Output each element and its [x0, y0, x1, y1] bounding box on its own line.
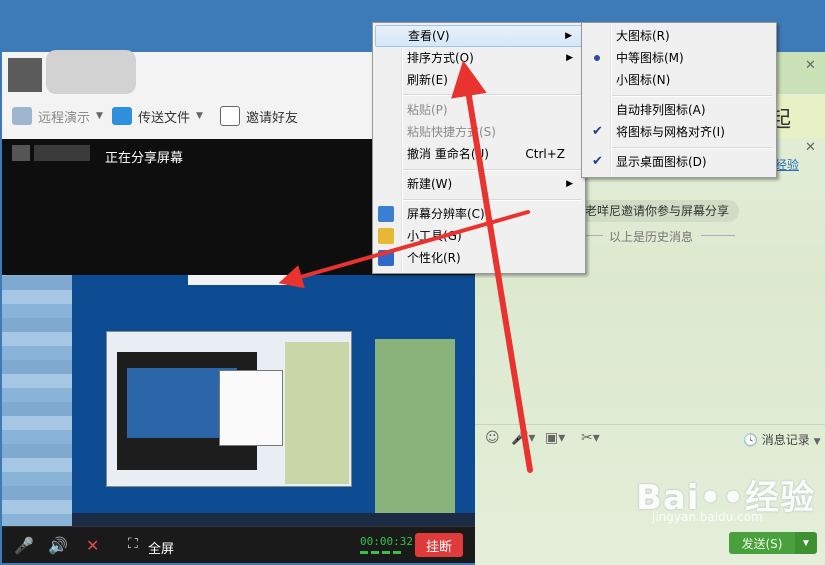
name-blurred	[34, 145, 90, 161]
chat-link[interactable]: 经验	[775, 156, 799, 173]
chevron-down-icon: ▼	[196, 111, 203, 121]
menu-item-new[interactable]: 新建(W) ▶	[375, 173, 583, 195]
voice-icon[interactable]: 🎤▾	[511, 430, 535, 446]
name-blurred	[46, 50, 136, 94]
submenu-item-auto-arrange[interactable]: 自动排列图标(A)	[584, 99, 774, 121]
menu-item-sort[interactable]: 排序方式(O) ▶	[375, 47, 583, 69]
menu-separator	[403, 169, 581, 171]
screen-top-strip	[188, 275, 294, 285]
menu-item-paste-shortcut[interactable]: 粘贴快捷方式(S)	[375, 121, 583, 143]
image-icon[interactable]: ▣▾	[545, 430, 565, 446]
menu-item-label: 刷新(E)	[407, 73, 448, 87]
emoji-icon[interactable]: ☺	[485, 430, 500, 446]
watermark-url: jingyan.baidu.com	[652, 510, 763, 524]
chat-input-toolbar: ☺ 🎤▾ ▣▾ ✂▾ 🕓 消息记录 ▼	[475, 424, 825, 453]
gadgets-icon	[378, 228, 394, 244]
close-icon[interactable]: ✕	[805, 140, 816, 155]
call-control-bar: 🎤 🔊 ✕ ⛶ 全屏 00:00:32 挂断	[2, 526, 475, 563]
send-button[interactable]: 发送(S)	[729, 532, 795, 554]
menu-item-label: 大图标(R)	[616, 29, 670, 43]
monitor-icon	[378, 206, 394, 222]
menu-item-view[interactable]: 查看(V) ▶	[375, 25, 583, 47]
invite-message: 老咩尼邀请你参与屏幕分享	[575, 200, 740, 222]
menu-item-label: 屏幕分辨率(C)	[407, 207, 485, 221]
call-timer: 00:00:32	[360, 535, 413, 548]
invite-friends-label: 邀请好友	[246, 110, 299, 126]
menu-item-label: 将图标与网格对齐(I)	[616, 125, 725, 139]
menu-separator	[612, 95, 772, 97]
chevron-right-icon: ▶	[565, 31, 572, 41]
microphone-icon[interactable]: 🎤	[14, 536, 34, 555]
scissors-icon[interactable]: ✂▾	[581, 430, 600, 446]
send-file-button[interactable]: 传送文件 ▼	[112, 104, 203, 128]
menu-item-label: 粘贴快捷方式(S)	[407, 125, 496, 139]
checkmark-icon: ✔	[592, 154, 603, 169]
nested-chat-panel	[285, 342, 349, 484]
history-label: 以上是历史消息	[609, 230, 694, 244]
clock-icon: 🕓	[743, 433, 758, 447]
menu-item-label: 小工具(G)	[407, 229, 462, 243]
checkmark-icon: ✔	[592, 124, 603, 139]
menu-item-refresh[interactable]: 刷新(E)	[375, 69, 583, 91]
menu-separator	[403, 199, 581, 201]
menu-item-label: 撤消 重命名(U)	[407, 147, 489, 161]
menu-item-label: 粘贴(P)	[407, 103, 448, 117]
submenu-item-small-icons[interactable]: 小图标(N)	[584, 69, 774, 91]
menu-item-label: 自动排列图标(A)	[616, 103, 706, 117]
menu-item-label: 显示桌面图标(D)	[616, 155, 707, 169]
nested-context-menu	[219, 370, 283, 446]
chevron-down-icon: ▼	[813, 437, 821, 447]
send-options-button[interactable]: ▼	[795, 532, 817, 554]
chevron-right-icon: ▶	[566, 53, 573, 63]
nested-right-panel	[375, 339, 455, 525]
speaker-icon[interactable]: 🔊	[48, 536, 68, 555]
avatar-blurred	[8, 58, 42, 92]
radio-selected-icon	[594, 55, 600, 61]
view-submenu: 大图标(R) 中等图标(M) 小图标(N) 自动排列图标(A) ✔ 将图标与网格…	[581, 22, 777, 178]
menu-separator	[403, 94, 581, 96]
menu-separator	[612, 147, 772, 149]
message-record-label: 消息记录	[761, 433, 810, 447]
pixelated-area	[2, 275, 72, 528]
desktop-context-menu: 查看(V) ▶ 排序方式(O) ▶ 刷新(E) 粘贴(P) 粘贴快捷方式(S) …	[372, 22, 586, 274]
submenu-item-medium-icons[interactable]: 中等图标(M)	[584, 47, 774, 69]
menu-item-shortcut: Ctrl+Z	[525, 147, 565, 161]
menu-item-personalize[interactable]: 个性化(R)	[375, 247, 583, 269]
nested-screenshot	[106, 331, 352, 487]
menu-item-label: 小图标(N)	[616, 73, 671, 87]
camera-off-icon[interactable]: ✕	[86, 536, 99, 555]
menu-item-paste[interactable]: 粘贴(P)	[375, 99, 583, 121]
submenu-item-large-icons[interactable]: 大图标(R)	[584, 25, 774, 47]
invite-icon	[220, 106, 240, 126]
close-icon[interactable]: ✕	[805, 58, 816, 73]
invite-friends-button[interactable]: 邀请好友	[220, 104, 298, 128]
menu-item-label: 新建(W)	[407, 177, 453, 191]
signal-bar	[360, 551, 404, 554]
menu-item-label: 查看(V)	[408, 29, 450, 43]
chart-icon	[12, 107, 32, 125]
submenu-item-show-desktop-icons[interactable]: ✔ 显示桌面图标(D)	[584, 151, 774, 173]
avatar	[12, 145, 30, 161]
remote-demo-button[interactable]: 远程演示 ▼	[12, 104, 103, 128]
share-status-text: 正在分享屏幕	[105, 151, 184, 166]
fullscreen-icon[interactable]: ⛶	[128, 536, 138, 552]
send-file-label: 传送文件	[138, 110, 191, 126]
remote-demo-label: 远程演示	[38, 110, 91, 126]
history-divider	[701, 235, 735, 236]
menu-item-label: 个性化(R)	[407, 251, 461, 265]
menu-item-undo-rename[interactable]: 撤消 重命名(U) Ctrl+Z	[375, 143, 583, 165]
menu-item-screen-resolution[interactable]: 屏幕分辨率(C)	[375, 203, 583, 225]
chevron-down-icon: ▼	[96, 111, 103, 121]
menu-item-label: 中等图标(M)	[616, 51, 684, 65]
submenu-item-align-grid[interactable]: ✔ 将图标与网格对齐(I)	[584, 121, 774, 143]
hangup-button[interactable]: 挂断	[415, 533, 463, 557]
message-record-button[interactable]: 🕓 消息记录 ▼	[743, 431, 821, 448]
shared-screen-view	[2, 275, 475, 528]
folder-arrow-icon	[112, 107, 132, 125]
personalize-icon	[378, 250, 394, 266]
chevron-right-icon: ▶	[566, 179, 573, 189]
menu-item-label: 排序方式(O)	[407, 51, 474, 65]
fullscreen-label[interactable]: 全屏	[148, 538, 174, 557]
menu-item-gadgets[interactable]: 小工具(G)	[375, 225, 583, 247]
